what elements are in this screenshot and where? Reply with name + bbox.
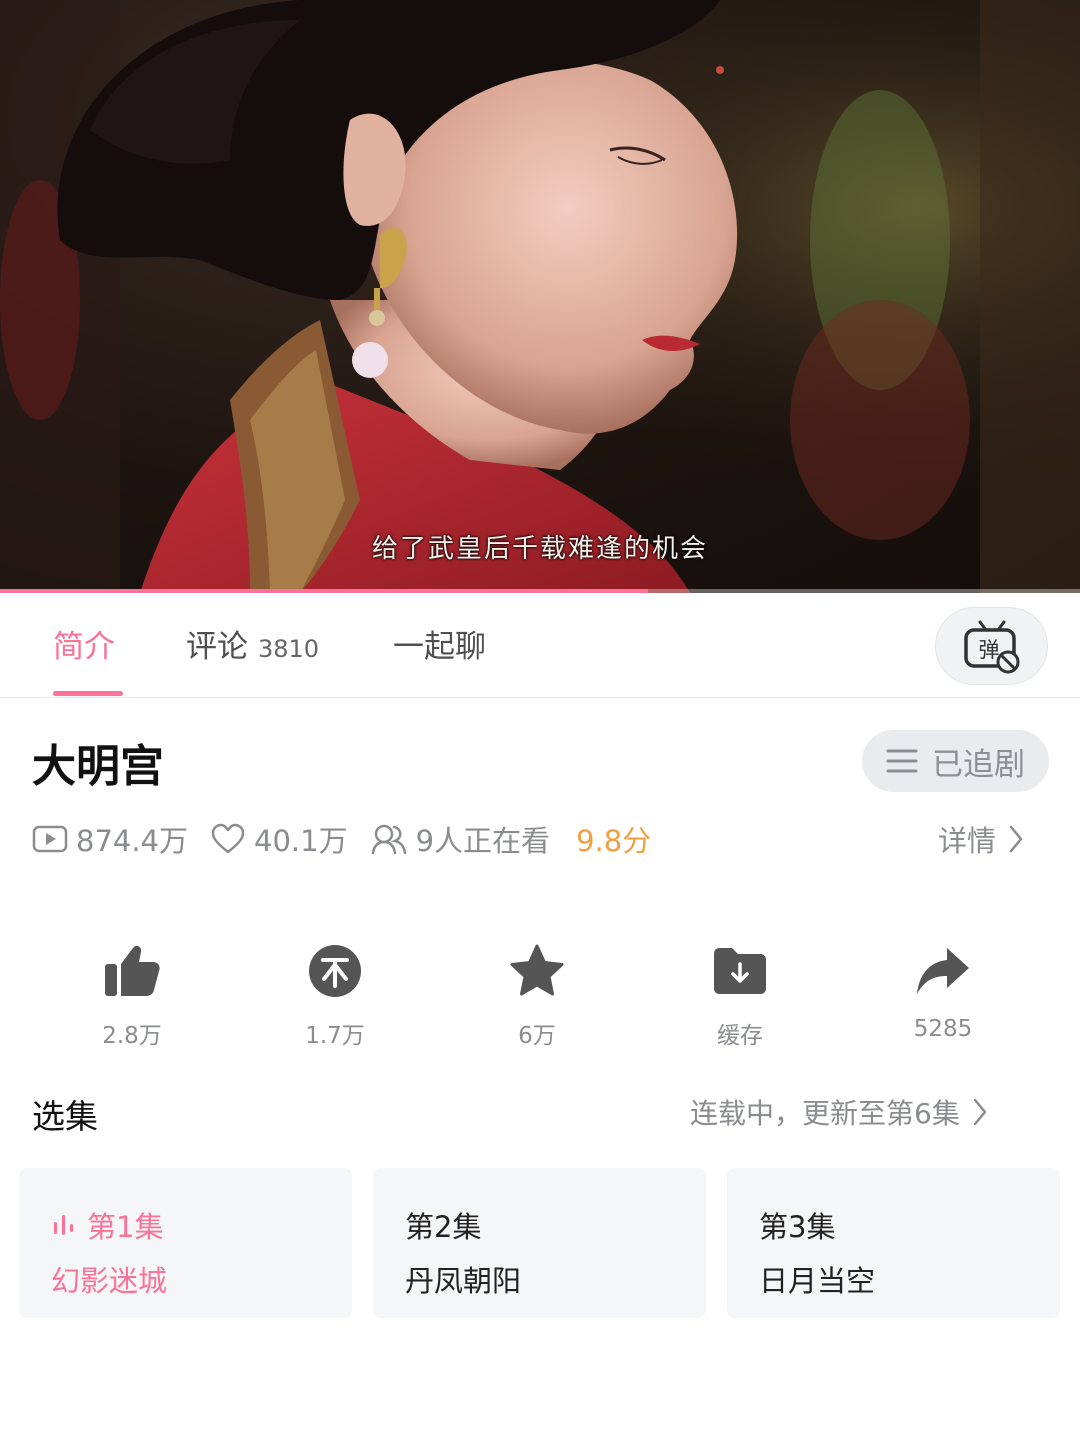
tab-intro[interactable]: 简介 <box>53 621 115 666</box>
watching-count: 9人正在看 <box>415 824 551 858</box>
stats-row: 874.4万 40.1万 9人正在看 9.8分 <box>32 815 673 863</box>
likes-count: 40.1万 <box>254 824 348 858</box>
video-player[interactable]: 给了武皇后千载难逢的机会 <box>0 0 1080 593</box>
download-label: 缓存 <box>717 1023 763 1049</box>
video-subtitle: 给了武皇后千载难逢的机会 <box>371 534 708 564</box>
menu-lines-icon <box>886 749 918 773</box>
stat-watching: 9人正在看 <box>370 818 550 860</box>
stat-score: 9.8分 <box>572 818 651 860</box>
score-value: 9.8分 <box>576 824 652 858</box>
episode-card-2[interactable]: 第2集 丹凤朝阳 <box>373 1168 706 1318</box>
play-count-icon <box>32 825 68 853</box>
episode-card-3[interactable]: 第3集 日月当空 <box>727 1168 1060 1318</box>
tab-chat-label: 一起聊 <box>393 629 486 665</box>
episode-card-1[interactable]: 第1集 幻影迷城 <box>19 1168 352 1318</box>
share-icon <box>917 948 969 994</box>
chevron-right-icon <box>1009 825 1023 853</box>
episodes-status: 连载中，更新至第6集 <box>690 1097 960 1130</box>
svg-text:弹: 弹 <box>978 638 999 662</box>
tab-comments[interactable]: 评论 3810 <box>186 621 319 666</box>
stat-likes: 40.1万 <box>210 818 348 860</box>
tab-intro-label: 简介 <box>53 629 115 665</box>
download-folder-icon <box>714 948 766 994</box>
detail-label: 详情 <box>938 824 997 858</box>
episode-number: 第3集 <box>759 1210 836 1244</box>
episodes-section-title: 选集 <box>32 1097 98 1136</box>
danmaku-toggle-button[interactable]: 弹 <box>935 607 1048 685</box>
comment-count: 3810 <box>258 635 320 663</box>
episode-number: 第1集 <box>87 1210 164 1244</box>
episodes-more-link[interactable]: 连载中，更新至第6集 <box>690 1092 988 1132</box>
favorite-count: 6万 <box>518 1023 556 1049</box>
now-playing-icon <box>54 1215 73 1235</box>
episode-title: 幻影迷城 <box>51 1264 168 1298</box>
tab-chat[interactable]: 一起聊 <box>393 621 486 666</box>
coin-icon <box>309 945 361 997</box>
coin-count: 1.7万 <box>305 1023 365 1049</box>
tab-active-indicator <box>53 691 123 696</box>
views-count: 874.4万 <box>76 824 189 858</box>
chevron-right-icon <box>973 1098 987 1126</box>
episode-title: 丹凤朝阳 <box>405 1264 522 1298</box>
episode-number: 第2集 <box>405 1210 482 1244</box>
tab-comments-label: 评论 <box>186 629 248 665</box>
heart-icon <box>211 823 245 854</box>
video-frame <box>0 0 1080 593</box>
download-button[interactable]: 缓存 <box>670 940 810 1050</box>
stat-views: 874.4万 <box>32 818 188 860</box>
share-button[interactable]: 5285 <box>873 940 1013 1042</box>
follow-button[interactable]: 已追剧 <box>862 730 1049 792</box>
show-title: 大明宫 <box>32 741 164 792</box>
favorite-button[interactable]: 6万 <box>467 940 607 1050</box>
share-count: 5285 <box>913 1016 973 1042</box>
follow-label: 已追剧 <box>932 746 1025 783</box>
danmaku-off-icon: 弹 <box>963 620 1019 674</box>
tab-bar: 简介 评论 3810 一起聊 弹 <box>0 593 1080 698</box>
like-count: 2.8万 <box>102 1023 162 1049</box>
people-icon <box>371 824 406 855</box>
like-button[interactable]: 2.8万 <box>62 940 202 1050</box>
thumbs-up-icon <box>105 945 160 996</box>
coin-button[interactable]: 1.7万 <box>265 940 405 1050</box>
star-icon <box>510 944 564 996</box>
detail-link[interactable]: 详情 <box>938 818 1024 860</box>
episode-title: 日月当空 <box>759 1264 876 1298</box>
